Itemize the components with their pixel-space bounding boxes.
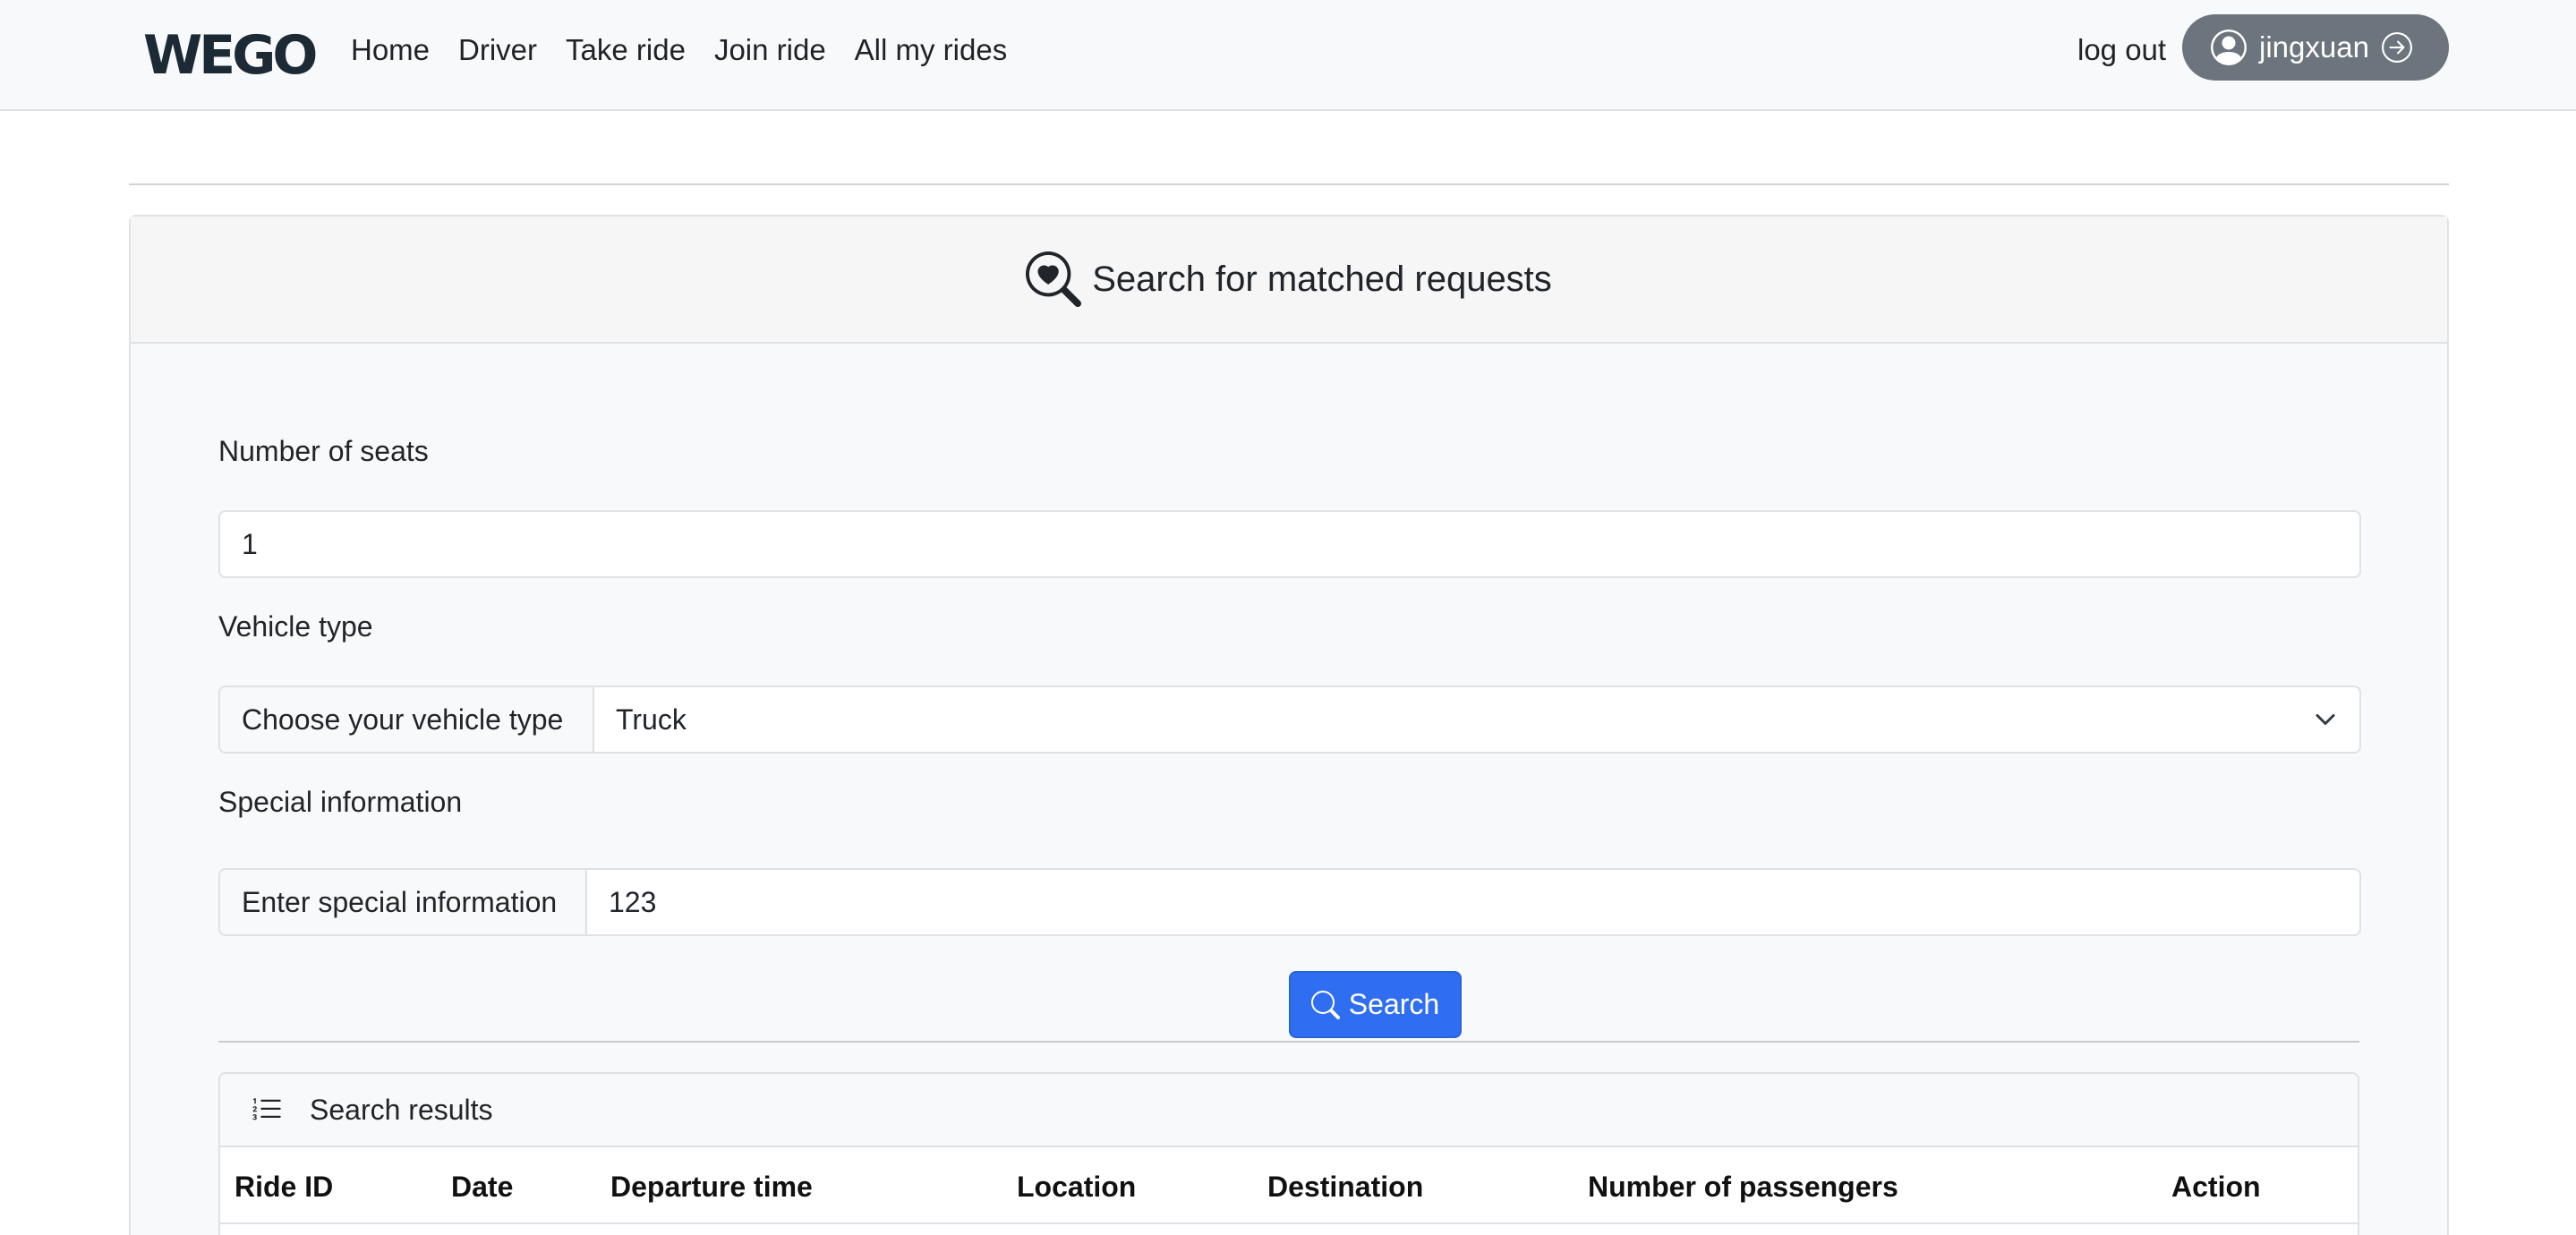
special-info-input[interactable]: 123	[587, 870, 2359, 934]
col-ride-id: Ride ID	[235, 1171, 334, 1203]
seats-input[interactable]: 1	[218, 510, 2361, 578]
top-divider	[129, 183, 2449, 185]
navbar: WEGO Home Driver Take ride Join ride All…	[0, 0, 2576, 111]
col-destination: Destination	[1267, 1171, 1424, 1203]
vehicle-type-selected: Truck	[616, 703, 687, 736]
card-title: Search for matched requests	[1092, 259, 1552, 299]
vehicle-type-prefix: Choose your vehicle type	[220, 687, 594, 752]
nav-all-my-rides[interactable]: All my rides	[855, 32, 1008, 68]
col-departure-time: Departure time	[610, 1171, 813, 1203]
brand-logo[interactable]: WEGO	[143, 29, 318, 82]
special-info-label: Special information	[218, 786, 463, 818]
vehicle-type-label: Vehicle type	[218, 610, 373, 643]
username: jingxuan	[2259, 30, 2369, 64]
nav-home[interactable]: Home	[351, 32, 430, 68]
vehicle-type-select[interactable]: Truck	[594, 687, 2359, 752]
card-header: Search for matched requests	[131, 217, 2447, 344]
user-button[interactable]: jingxuan	[2182, 14, 2449, 81]
results-divider	[218, 1041, 2359, 1043]
results-panel: Search results Ride ID Date Departure ti…	[218, 1072, 2359, 1235]
results-table-header: Ride ID Date Departure time Location Des…	[220, 1147, 2358, 1224]
col-date: Date	[451, 1171, 514, 1203]
results-title: Search results	[310, 1093, 493, 1126]
special-info-prefix: Enter special information	[220, 870, 587, 934]
col-action: Action	[2171, 1171, 2261, 1203]
chevron-down-icon	[2316, 714, 2335, 725]
search-button-label: Search	[1348, 988, 1440, 1020]
search-heart-icon	[1026, 251, 1082, 307]
special-info-group: Enter special information 123	[218, 868, 2361, 936]
vehicle-type-group: Choose your vehicle type Truck	[218, 686, 2361, 754]
search-button[interactable]: Search	[1289, 971, 1462, 1038]
search-icon	[1310, 990, 1340, 1019]
results-header: Search results	[220, 1074, 2358, 1147]
nav-links: Home Driver Take ride Join ride All my r…	[351, 32, 1036, 68]
logout-link[interactable]: log out	[2077, 32, 2166, 68]
col-number-of-passengers: Number of passengers	[1588, 1171, 1898, 1203]
nav-join-ride[interactable]: Join ride	[714, 32, 826, 68]
arrow-right-circle-icon	[2381, 32, 2412, 63]
nav-driver[interactable]: Driver	[458, 32, 537, 68]
col-location: Location	[1017, 1171, 1137, 1203]
nav-take-ride[interactable]: Take ride	[566, 32, 686, 68]
seats-label: Number of seats	[218, 435, 429, 467]
list-icon	[252, 1098, 281, 1120]
person-circle-icon	[2211, 30, 2247, 65]
